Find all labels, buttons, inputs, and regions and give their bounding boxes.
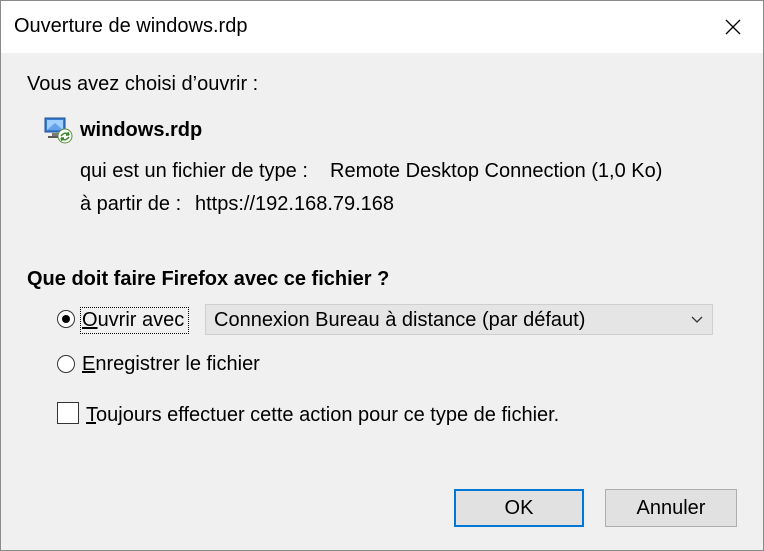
- file-open-dialog: Ouverture de windows.rdp Vous avez chois…: [0, 0, 764, 551]
- file-source-label: à partir de :: [80, 193, 182, 215]
- open-with-app-value: Connexion Bureau à distance (par défaut): [214, 309, 586, 331]
- intro-text: Vous avez choisi d’ouvrir :: [27, 73, 259, 95]
- always-do-this-checkbox[interactable]: [57, 402, 79, 424]
- close-icon: [725, 19, 741, 35]
- file-name: windows.rdp: [80, 119, 203, 141]
- file-type-label: qui est un fichier de type :: [80, 160, 308, 182]
- ok-button[interactable]: OK: [454, 489, 584, 527]
- window-title: Ouverture de windows.rdp: [14, 15, 248, 37]
- save-file-label[interactable]: Enregistrer le fichier: [82, 353, 260, 376]
- title-bar: Ouverture de windows.rdp: [1, 1, 763, 53]
- remote-desktop-file-icon: [44, 117, 73, 144]
- save-file-radio[interactable]: [57, 355, 75, 373]
- open-with-radio[interactable]: [57, 310, 75, 328]
- open-with-label[interactable]: Ouvrir avec: [82, 309, 184, 332]
- cancel-button[interactable]: Annuler: [605, 489, 737, 527]
- always-do-this-label[interactable]: Toujours effectuer cette action pour ce …: [86, 404, 559, 427]
- open-with-app-select[interactable]: Connexion Bureau à distance (par défaut): [205, 304, 713, 335]
- close-button[interactable]: [703, 1, 763, 53]
- file-source-value: https://192.168.79.168: [195, 193, 395, 215]
- chevron-down-icon: [691, 316, 703, 323]
- action-question: Que doit faire Firefox avec ce fichier ?: [27, 268, 390, 290]
- file-type-value: Remote Desktop Connection (1,0 Ko): [330, 160, 663, 182]
